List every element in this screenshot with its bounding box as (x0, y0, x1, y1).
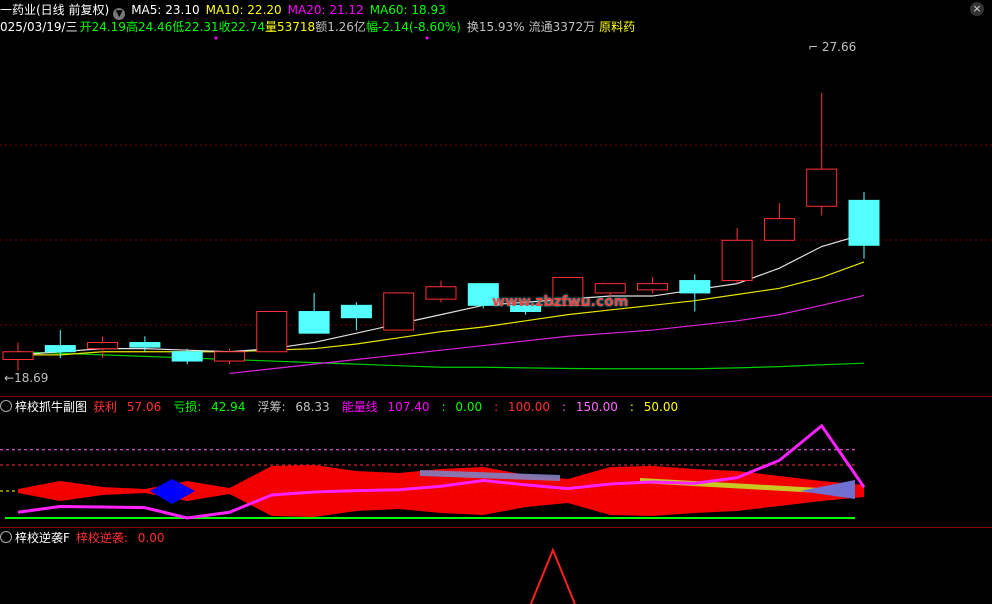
sub1-item-4: : 0.00 (441, 400, 483, 414)
candle-down (340, 304, 372, 319)
ma5-label: MA5: 23.10 (131, 3, 200, 17)
close-icon[interactable]: × (970, 2, 984, 16)
ma10-label: MA10: 22.20 (205, 3, 282, 17)
marker-dot (214, 36, 218, 40)
candle-up (721, 239, 753, 282)
date-value: 025/03/19/三 (0, 20, 78, 34)
candle-up (637, 283, 668, 291)
candle-up (763, 218, 795, 241)
low-price-value: 18.69 (14, 371, 49, 385)
high-value: 高24.46 (125, 20, 173, 34)
info-bar: 025/03/19/三 开24.19高24.46低22.31收22.74量5371… (0, 19, 641, 35)
sub1-header: 梓校抓牛副图 获利 57.06 亏损: 42.94 浮筹: 68.33 能量线 107.… (0, 399, 690, 415)
candle-up (214, 351, 245, 362)
volume-value: 量53718 (265, 20, 316, 34)
ma20-label: MA20: 21.12 (287, 3, 364, 17)
change-value: 幅-2.14(-8.60%) (365, 20, 461, 34)
chart-header: 一药业(日线 前复权) ▼ MA5: 23.10 MA10: 22.20 MA20: 2… (0, 2, 452, 20)
indicator-toggle-icon[interactable] (0, 400, 12, 412)
stock-title: 一药业(日线 前复权) (0, 3, 110, 17)
reversal-signal (529, 547, 576, 604)
candle-up (594, 283, 626, 294)
close-value: 收22.74 (218, 20, 266, 34)
ma60-line (17, 351, 865, 370)
candle-down (848, 199, 880, 246)
sub1-item-0: 获利 57.06 (93, 400, 162, 414)
sub2-header: 梓校逆袭F 梓校逆袭: 0.00 (0, 530, 177, 546)
candle-down (129, 341, 161, 348)
low-price-label: ←18.69 (4, 371, 49, 385)
candle-up (87, 341, 119, 350)
amount-value: 额1.26亿 (315, 20, 366, 34)
sub1-item-1: 亏损: 42.94 (173, 400, 246, 414)
candle-down (679, 280, 711, 294)
low-value: 低22.31 (172, 20, 219, 34)
sub2-name[interactable]: 梓校逆袭F (15, 531, 70, 545)
ma60-label: MA60: 18.93 (369, 3, 446, 17)
sub1-item-2: 浮筹: 68.33 (257, 400, 330, 414)
candle-up (806, 168, 838, 207)
sub1-name[interactable]: 梓校抓牛副图 (15, 400, 87, 414)
sub1-item-3: 能量线 107.40 (341, 400, 430, 414)
watermark: www.zbzfwu.com (492, 294, 629, 310)
turnover-value: 换15.93% (466, 20, 525, 34)
candle-up (425, 286, 457, 300)
high-price-label: ⌐ 27.66 (808, 40, 857, 54)
candle-up (383, 292, 415, 331)
open-value: 开24.19 (79, 20, 126, 34)
candle-down (298, 311, 330, 334)
sub1-item-5: : 100.00 (494, 400, 550, 414)
candle-up (2, 351, 34, 360)
marker-dot (425, 36, 429, 40)
candle-down (171, 351, 203, 362)
float-value: 流通3372万 (528, 20, 596, 34)
sub2-item-0: 梓校逆袭: 0.00 (75, 531, 165, 545)
sub1-item-6: : 150.00 (562, 400, 618, 414)
sub1-item-7: : 50.00 (629, 400, 679, 414)
indicator-toggle-icon[interactable] (0, 531, 12, 543)
sector-value: 原料药 (599, 20, 636, 34)
main-sub1-divider[interactable] (0, 396, 992, 397)
candle-up (256, 311, 288, 353)
high-price-value: 27.66 (821, 40, 857, 54)
candle-down (44, 345, 76, 353)
sub1-sub2-divider[interactable] (0, 527, 992, 528)
